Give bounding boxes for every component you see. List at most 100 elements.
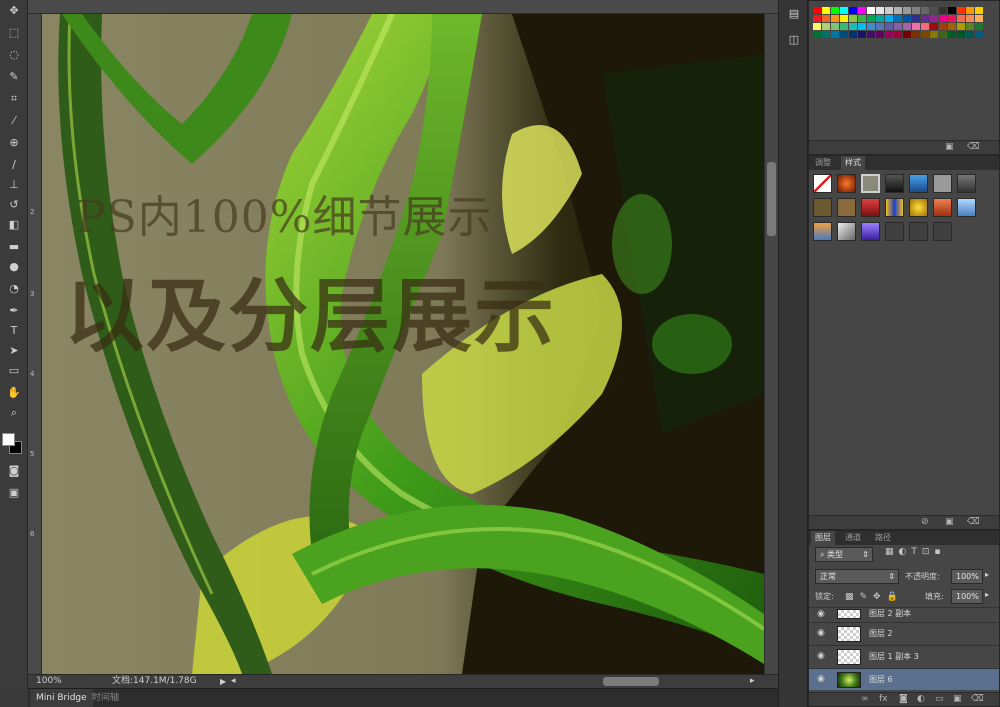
color-swatch[interactable] bbox=[948, 7, 956, 14]
color-swatch[interactable] bbox=[912, 15, 920, 22]
zoom-tool-icon[interactable]: ⌕ bbox=[4, 404, 24, 422]
opacity-field[interactable]: 100% bbox=[951, 569, 983, 584]
path-select-tool-icon[interactable]: ➤ bbox=[4, 342, 24, 360]
gradient-tool-icon[interactable]: ▬ bbox=[4, 238, 24, 256]
color-swatch[interactable] bbox=[813, 31, 821, 38]
screen-mode-icon[interactable]: ▣ bbox=[4, 484, 24, 502]
delete-layer-icon[interactable]: ⌫ bbox=[971, 694, 984, 704]
color-swatch[interactable] bbox=[867, 31, 875, 38]
layer-row[interactable]: ◉ 图层 2 副本 bbox=[809, 607, 999, 621]
delete-style-icon[interactable]: ⌫ bbox=[967, 517, 980, 527]
color-swatch[interactable] bbox=[840, 7, 848, 14]
tab-mini-bridge[interactable]: Mini Bridge bbox=[30, 689, 93, 707]
color-swatch[interactable] bbox=[849, 7, 857, 14]
color-swatch[interactable] bbox=[939, 31, 947, 38]
color-swatch[interactable] bbox=[813, 7, 821, 14]
style-preset-icon[interactable] bbox=[885, 222, 904, 241]
color-swatch[interactable] bbox=[867, 15, 875, 22]
layer-row-selected[interactable]: ◉ 图层 6 bbox=[809, 668, 999, 690]
color-swatch[interactable] bbox=[957, 15, 965, 22]
color-swatch[interactable] bbox=[939, 7, 947, 14]
color-swatch[interactable] bbox=[831, 23, 839, 30]
color-swatch[interactable] bbox=[912, 31, 920, 38]
color-swatch[interactable] bbox=[903, 7, 911, 14]
style-preset-icon[interactable] bbox=[933, 198, 952, 217]
eye-icon[interactable]: ◉ bbox=[817, 669, 825, 690]
color-swatch[interactable] bbox=[921, 23, 929, 30]
color-swatch[interactable] bbox=[930, 23, 938, 30]
color-swatch[interactable] bbox=[966, 23, 974, 30]
color-swatch[interactable] bbox=[831, 15, 839, 22]
style-preset-icon[interactable] bbox=[861, 198, 880, 217]
color-swatch[interactable] bbox=[822, 31, 830, 38]
style-preset-icon[interactable] bbox=[885, 174, 904, 193]
vertical-scrollbar[interactable] bbox=[764, 14, 778, 674]
layer-style-icon[interactable]: fx bbox=[879, 694, 888, 704]
type-tool-icon[interactable]: T bbox=[4, 322, 24, 340]
eye-icon[interactable]: ◉ bbox=[817, 608, 825, 620]
dodge-tool-icon[interactable]: ◔ bbox=[4, 280, 24, 298]
hand-tool-icon[interactable]: ✋ bbox=[4, 384, 24, 402]
color-swatch[interactable] bbox=[903, 31, 911, 38]
clear-style-icon[interactable]: ⊘ bbox=[921, 517, 929, 527]
color-swatch[interactable] bbox=[867, 23, 875, 30]
color-swatch[interactable] bbox=[822, 23, 830, 30]
color-swatch[interactable] bbox=[858, 7, 866, 14]
color-swatch[interactable] bbox=[831, 31, 839, 38]
color-swatch[interactable] bbox=[813, 23, 821, 30]
clone-stamp-tool-icon[interactable]: ⊥ bbox=[4, 176, 24, 194]
color-swatch[interactable] bbox=[957, 23, 965, 30]
new-group-icon[interactable]: ▭ bbox=[935, 694, 944, 704]
tab-layers[interactable]: 图层 bbox=[811, 531, 835, 545]
pen-tool-icon[interactable]: ✒ bbox=[4, 302, 24, 320]
style-preset-icon[interactable] bbox=[933, 174, 952, 193]
style-preset-icon[interactable] bbox=[837, 174, 856, 193]
color-swatch[interactable] bbox=[885, 31, 893, 38]
color-swatch[interactable] bbox=[939, 15, 947, 22]
color-swatch[interactable] bbox=[849, 15, 857, 22]
eyedropper-tool-icon[interactable]: ⁄ bbox=[4, 112, 24, 130]
layer-row[interactable]: ◉ 图层 2 bbox=[809, 622, 999, 644]
style-preset-icon[interactable] bbox=[837, 222, 856, 241]
color-swatch[interactable] bbox=[948, 15, 956, 22]
color-swatch[interactable] bbox=[912, 7, 920, 14]
color-swatch[interactable] bbox=[849, 23, 857, 30]
color-swatch[interactable] bbox=[894, 15, 902, 22]
color-swatch[interactable] bbox=[930, 7, 938, 14]
layer-filter-icons[interactable]: ▦◐T⊡▪ bbox=[885, 547, 946, 557]
scroll-left-icon[interactable]: ◂ bbox=[231, 675, 236, 688]
color-swatch[interactable] bbox=[822, 7, 830, 14]
style-preset-icon[interactable] bbox=[837, 198, 856, 217]
color-swatch[interactable] bbox=[975, 23, 983, 30]
color-swatch[interactable] bbox=[921, 31, 929, 38]
style-preset-icon[interactable] bbox=[909, 198, 928, 217]
history-panel-icon[interactable]: ▤ bbox=[786, 6, 802, 22]
color-swatch[interactable] bbox=[948, 23, 956, 30]
color-swatch[interactable] bbox=[876, 31, 884, 38]
style-preset-icon[interactable] bbox=[909, 174, 928, 193]
color-swatch[interactable] bbox=[840, 31, 848, 38]
color-swatch[interactable] bbox=[894, 31, 902, 38]
color-swatch[interactable] bbox=[858, 23, 866, 30]
color-swatch[interactable] bbox=[840, 15, 848, 22]
fill-field[interactable]: 100% bbox=[951, 589, 983, 604]
style-preset-icon[interactable] bbox=[885, 198, 904, 217]
color-swatch[interactable] bbox=[840, 23, 848, 30]
style-preset-icon[interactable] bbox=[933, 222, 952, 241]
adjustment-layer-icon[interactable]: ◐ bbox=[917, 694, 925, 704]
color-swatch[interactable] bbox=[903, 15, 911, 22]
tab-adjustments[interactable]: 调整 bbox=[811, 156, 835, 170]
properties-panel-icon[interactable]: ◫ bbox=[786, 32, 802, 48]
color-swatch[interactable] bbox=[921, 15, 929, 22]
style-preset-icon[interactable] bbox=[861, 174, 880, 193]
color-swatch[interactable] bbox=[957, 31, 965, 38]
color-swatch[interactable] bbox=[876, 15, 884, 22]
color-swatch[interactable] bbox=[948, 31, 956, 38]
color-swatch[interactable] bbox=[903, 23, 911, 30]
move-tool-icon[interactable]: ✥ bbox=[4, 2, 24, 20]
new-style-icon[interactable]: ▣ bbox=[945, 517, 954, 527]
document-canvas[interactable]: PS内100%细节展示 以及分层展示 bbox=[42, 14, 764, 674]
color-swatch[interactable] bbox=[885, 15, 893, 22]
lasso-tool-icon[interactable]: ◌ bbox=[4, 46, 24, 64]
new-swatch-icon[interactable]: ▣ bbox=[945, 142, 954, 152]
